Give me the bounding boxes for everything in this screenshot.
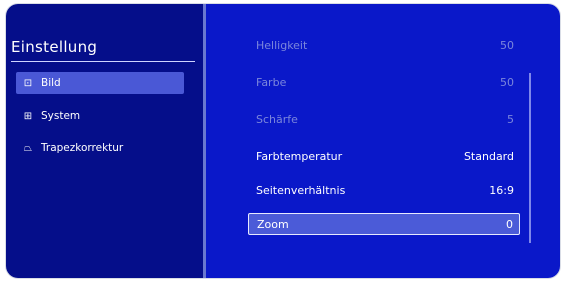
- setting-value: Standard: [463, 149, 514, 163]
- sidebar-item-label: Bild: [41, 77, 61, 89]
- setting-row-farbe[interactable]: Farbe 50: [248, 71, 520, 93]
- setting-value: 5: [507, 112, 514, 126]
- setting-row-zoom[interactable]: Zoom 0: [248, 213, 520, 235]
- menu-title: Einstellung: [11, 38, 98, 56]
- setting-value: 50: [500, 38, 514, 52]
- setting-row-helligkeit[interactable]: Helligkeit 50: [248, 34, 520, 56]
- sidebar-item-bild[interactable]: ⊡ Bild: [16, 72, 184, 94]
- keystone-icon: ⏢: [24, 142, 32, 154]
- setting-label: Schärfe: [256, 112, 298, 126]
- title-divider: [11, 61, 195, 62]
- setting-row-farbtemperatur[interactable]: Farbtemperatur Standard: [248, 145, 520, 167]
- sidebar-item-trapezkorrektur[interactable]: ⏢ Trapezkorrektur: [16, 137, 184, 159]
- setting-value: 50: [500, 75, 514, 89]
- sidebar-item-label: System: [41, 110, 81, 122]
- setting-label: Zoom: [257, 217, 289, 231]
- sidebar-item-system[interactable]: ⊞ System: [16, 105, 184, 127]
- scrollbar[interactable]: [529, 73, 531, 243]
- setting-label: Farbe: [256, 75, 287, 89]
- system-icon: ⊞: [23, 110, 33, 122]
- setting-label: Seitenverhältnis: [256, 183, 346, 197]
- setting-value: 16:9: [489, 183, 514, 197]
- settings-panel: Helligkeit 50 Farbe 50 Schärfe 5 Farbtem…: [206, 4, 560, 278]
- scrollbar-thumb[interactable]: [529, 73, 531, 243]
- sidebar: Einstellung ⊡ Bild ⊞ System ⏢ Trapezkorr…: [6, 4, 203, 278]
- setting-row-schaerfe[interactable]: Schärfe 5: [248, 108, 520, 130]
- picture-icon: ⊡: [23, 77, 33, 89]
- osd-menu: Einstellung ⊡ Bild ⊞ System ⏢ Trapezkorr…: [6, 4, 560, 278]
- sidebar-item-label: Trapezkorrektur: [41, 142, 124, 154]
- setting-label: Helligkeit: [256, 38, 308, 52]
- setting-row-seitenverhaeltnis[interactable]: Seitenverhältnis 16:9: [248, 179, 520, 201]
- setting-value: 0: [506, 217, 513, 231]
- setting-label: Farbtemperatur: [256, 149, 343, 163]
